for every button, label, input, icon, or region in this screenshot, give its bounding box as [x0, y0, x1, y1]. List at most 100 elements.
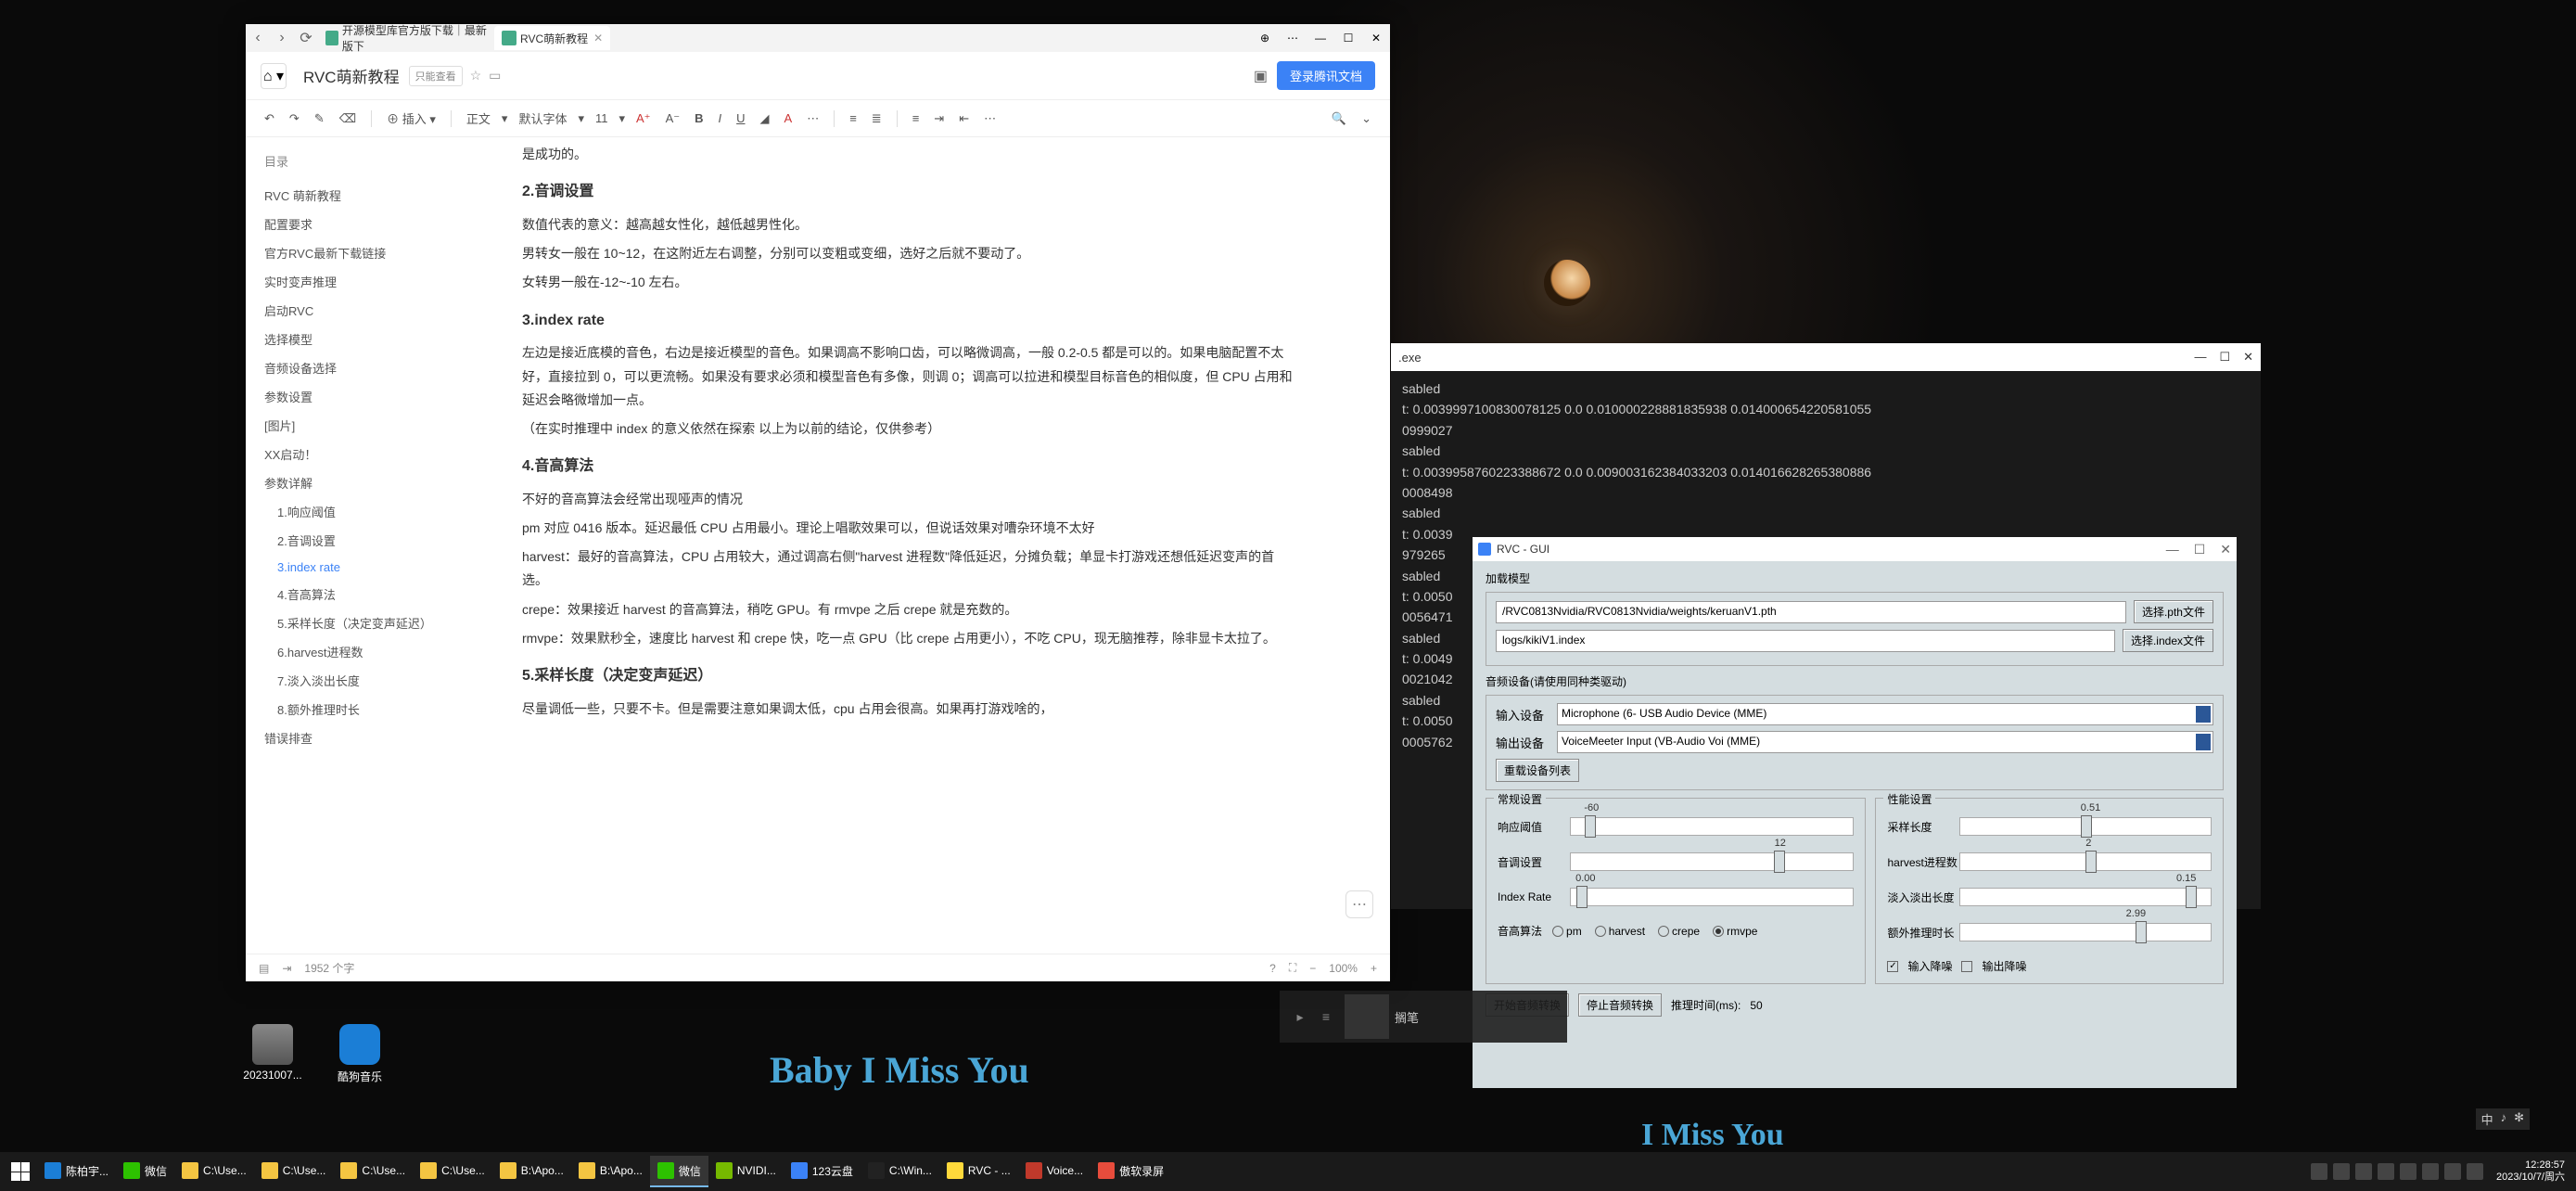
select-pth-button[interactable]: 选择.pth文件	[2134, 600, 2213, 623]
taskbar-item[interactable]: C:\Use...	[333, 1156, 413, 1187]
pitch-slider[interactable]	[1570, 852, 1854, 871]
taskbar-item[interactable]: NVIDI...	[708, 1156, 784, 1187]
taskbar-item[interactable]: RVC - ...	[939, 1156, 1018, 1187]
brush-icon[interactable]: ✎	[311, 109, 328, 128]
outline-item[interactable]: 6.harvest进程数	[264, 637, 485, 666]
harvest-slider[interactable]	[1959, 852, 2212, 871]
music-player-widget[interactable]: ▸ ≡ 搁笔	[1280, 991, 1567, 1043]
outline-item[interactable]: XX启动！	[264, 440, 485, 468]
outline-item[interactable]: 错误排查	[264, 724, 485, 752]
tray-icon[interactable]	[2444, 1163, 2461, 1180]
italic-btn[interactable]: I	[715, 109, 726, 127]
nav-refresh[interactable]: ⟳	[294, 26, 318, 50]
redo-btn[interactable]: ↷	[286, 109, 303, 128]
more-format[interactable]: ⋯	[803, 109, 823, 128]
clear-format-icon[interactable]: ⌫	[336, 109, 360, 128]
outline-item[interactable]: 选择模型	[264, 325, 485, 353]
login-button[interactable]: 登录腾讯文档	[1277, 61, 1375, 90]
maximize-btn[interactable]: ☐	[2219, 350, 2230, 365]
copy-icon[interactable]: ▭	[489, 68, 501, 83]
outline-item[interactable]: 参数详解	[264, 468, 485, 497]
rvc-titlebar[interactable]: RVC - GUI — ☐ ✕	[1473, 537, 2237, 561]
taskbar-item[interactable]: B:\Apo...	[492, 1156, 571, 1187]
index-input[interactable]: logs/kikiV1.index	[1496, 630, 2115, 652]
index-rate-slider[interactable]	[1570, 888, 1854, 906]
algo-pm-radio[interactable]	[1552, 926, 1563, 937]
taskbar-item[interactable]: Voice...	[1018, 1156, 1090, 1187]
tab-close-icon[interactable]: ✕	[593, 32, 603, 45]
float-more-btn[interactable]: ⋯	[1345, 890, 1373, 918]
taskbar-item[interactable]: C:\Use...	[413, 1156, 492, 1187]
pth-input[interactable]: /RVC0813Nvidia/RVC0813Nvidia/weights/ker…	[1496, 601, 2126, 623]
close-btn[interactable]: ✕	[2220, 542, 2231, 557]
out-denoise-check[interactable]	[1961, 961, 1972, 972]
tray-icon[interactable]	[2333, 1163, 2350, 1180]
undo-btn[interactable]: ↶	[261, 109, 278, 128]
browser-tab-1[interactable]: RVC萌新教程✕	[494, 26, 610, 50]
maximize-btn[interactable]: ☐	[1334, 26, 1362, 50]
outline-item[interactable]: 官方RVC最新下载链接	[264, 238, 485, 267]
text-color-btn[interactable]: A	[781, 109, 797, 127]
nav-icon[interactable]: ⇥	[282, 962, 291, 975]
globe-icon[interactable]: ⊕	[1251, 26, 1279, 50]
style-menu[interactable]: 正文	[463, 108, 494, 129]
outline-item[interactable]: RVC 萌新教程	[264, 181, 485, 210]
tray-icon[interactable]	[2422, 1163, 2439, 1180]
algo-harvest-radio[interactable]	[1595, 926, 1606, 937]
font-menu[interactable]: 默认字体	[515, 108, 570, 129]
reload-devices-button[interactable]: 重载设备列表	[1496, 759, 1579, 782]
zoom-out[interactable]: −	[1309, 962, 1316, 975]
select-index-button[interactable]: 选择.index文件	[2123, 629, 2213, 652]
taskbar-item[interactable]: C:\Win...	[861, 1156, 939, 1187]
block-slider[interactable]	[1959, 817, 2212, 836]
outline-item[interactable]: 2.音调设置	[264, 526, 485, 555]
taskbar-item[interactable]: 微信	[650, 1156, 708, 1187]
indent-btn[interactable]: ⇥	[930, 109, 948, 128]
insert-menu[interactable]: ⊕ 插入 ▾	[383, 108, 440, 129]
outdent-btn[interactable]: ⇤	[955, 109, 973, 128]
font-decrease[interactable]: A⁻	[662, 109, 684, 128]
taskbar-item[interactable]: 傲软录屏	[1090, 1156, 1171, 1187]
extra-slider[interactable]	[1959, 923, 2212, 941]
bold-btn[interactable]: B	[691, 109, 707, 127]
desktop-icon-file[interactable]: 20231007...	[239, 1024, 306, 1082]
outline-item[interactable]: 实时变声推理	[264, 267, 485, 296]
desktop-icon-kugou[interactable]: 酷狗音乐	[326, 1024, 393, 1084]
outline-item[interactable]: 7.淡入淡出长度	[264, 666, 485, 695]
minimize-btn[interactable]: —	[2166, 542, 2179, 557]
outline-item[interactable]: [图片]	[264, 411, 485, 440]
ime-lang[interactable]: 中	[2481, 1110, 2493, 1128]
doc-content[interactable]: 是成功的。2.音调设置数值代表的意义：越高越女性化，越低越男性化。男转女一般在 …	[504, 137, 1390, 954]
minimize-btn[interactable]: —	[2194, 350, 2206, 365]
outline-item[interactable]: 参数设置	[264, 382, 485, 411]
zoom-in[interactable]: +	[1371, 962, 1377, 975]
tray-icon[interactable]	[2400, 1163, 2417, 1180]
fullscreen-icon[interactable]: ⛶	[1289, 961, 1296, 975]
nav-back[interactable]: ‹	[246, 26, 270, 50]
present-icon[interactable]: ▣	[1254, 67, 1268, 85]
taskbar-item[interactable]: 陈柏宇...	[37, 1156, 116, 1187]
tray-icons[interactable]	[2311, 1163, 2483, 1180]
align-btn[interactable]: ≡	[909, 109, 924, 127]
tray-icon[interactable]	[2311, 1163, 2327, 1180]
outline-item[interactable]: 启动RVC	[264, 296, 485, 325]
outline-item[interactable]: 3.index rate	[264, 555, 485, 580]
nav-forward[interactable]: ›	[270, 26, 294, 50]
outline-item[interactable]: 8.额外推理时长	[264, 695, 485, 724]
outline-item[interactable]: 1.响应阈值	[264, 497, 485, 526]
close-btn[interactable]: ✕	[2243, 350, 2253, 365]
ime-icon[interactable]: ♪	[2501, 1110, 2507, 1128]
crossfade-slider[interactable]	[1959, 888, 2212, 906]
outline-item[interactable]: 4.音高算法	[264, 580, 485, 608]
help-icon[interactable]: ?	[1269, 962, 1276, 975]
start-button[interactable]	[4, 1155, 37, 1188]
numbered-list-btn[interactable]: ≣	[868, 109, 886, 128]
minimize-btn[interactable]: —	[1307, 26, 1334, 50]
maximize-btn[interactable]: ☐	[2194, 542, 2206, 557]
stop-conversion-button[interactable]: 停止音频转换	[1578, 993, 1662, 1017]
font-size[interactable]: 11	[592, 109, 612, 127]
tray-icon[interactable]	[2467, 1163, 2483, 1180]
algo-rmvpe-radio[interactable]	[1713, 926, 1724, 937]
taskbar-item[interactable]: 微信	[116, 1156, 174, 1187]
browser-tab-0[interactable]: 开源模型库官方版下载｜最新版下	[318, 26, 494, 50]
